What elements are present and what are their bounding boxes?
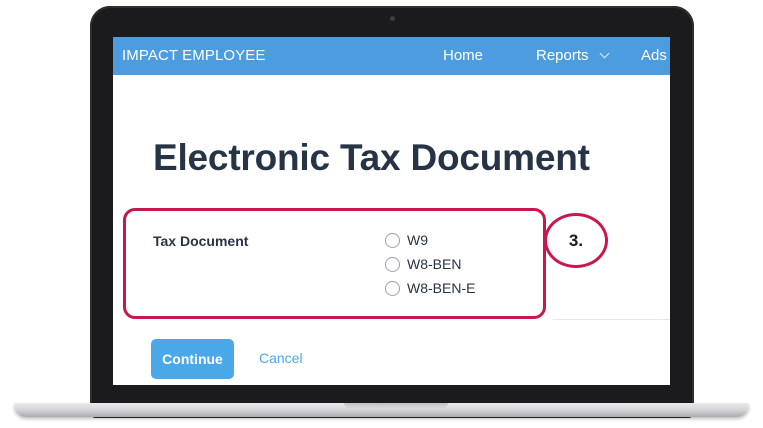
- top-navbar: IMPACT EMPLOYEE Home Reports Ads: [113, 37, 670, 75]
- laptop-notch: [344, 403, 448, 408]
- camera-icon: [390, 16, 395, 21]
- chevron-down-icon: [599, 48, 609, 59]
- cancel-link[interactable]: Cancel: [259, 350, 303, 366]
- step-badge: 3.: [544, 213, 608, 268]
- nav-home[interactable]: Home: [443, 47, 483, 64]
- continue-button[interactable]: Continue: [151, 339, 234, 379]
- brand-logo[interactable]: IMPACT EMPLOYEE: [122, 47, 265, 64]
- nav-reports[interactable]: Reports: [536, 47, 609, 64]
- page-title: Electronic Tax Document: [153, 137, 590, 178]
- nav-ads[interactable]: Ads: [641, 47, 667, 64]
- section-divider: [553, 319, 670, 320]
- laptop-base: [14, 403, 749, 417]
- annotation-highlight: [123, 208, 546, 319]
- nav-reports-label: Reports: [536, 47, 589, 64]
